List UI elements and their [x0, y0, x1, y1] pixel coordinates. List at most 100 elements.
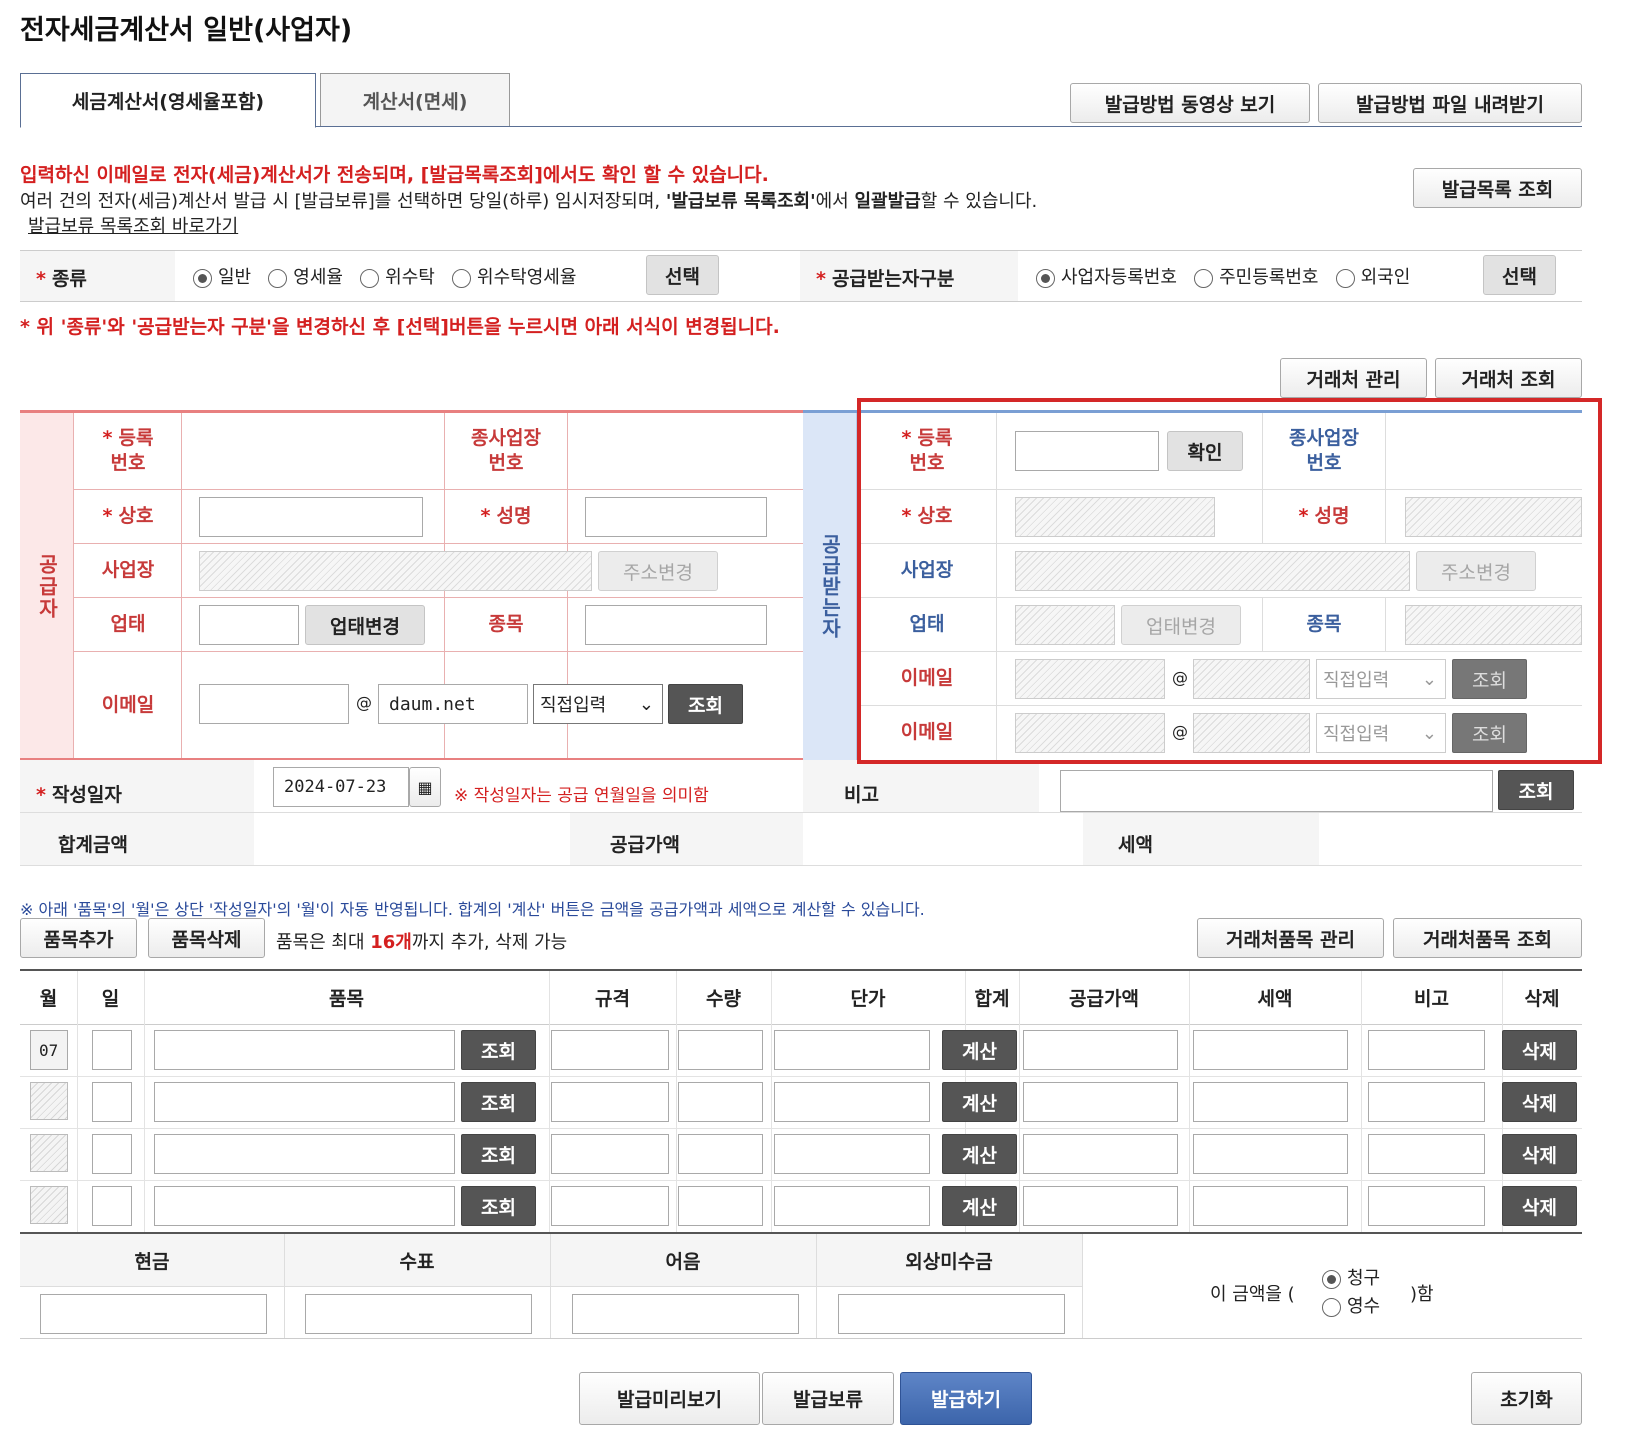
recipient-type-options[interactable]: 사업자등록번호 주민등록번호 외국인 [1036, 263, 1410, 289]
supplier-item-input[interactable] [585, 605, 767, 645]
item-day-input[interactable] [92, 1186, 132, 1226]
partner-item-search-button[interactable]: 거래처품목 조회 [1393, 918, 1582, 958]
pay-type-options[interactable]: 청구 영수 [1322, 1265, 1380, 1321]
item-name-input[interactable] [154, 1134, 455, 1174]
supplier-biztype-button[interactable]: 업태변경 [305, 605, 425, 645]
tab-tax-invoice[interactable]: 세금계산서(영세율포함) [20, 73, 316, 128]
receiver-email2-search[interactable]: 조회 [1452, 713, 1527, 753]
item-supply-input[interactable] [1023, 1082, 1178, 1122]
item-name-input[interactable] [154, 1030, 455, 1070]
recipient-select-button[interactable]: 선택 [1483, 255, 1556, 295]
item-name-input[interactable] [154, 1082, 455, 1122]
item-supply-input[interactable] [1023, 1186, 1178, 1226]
item-search-button[interactable]: 조회 [461, 1030, 536, 1070]
item-calc-button[interactable]: 계산 [942, 1134, 1017, 1174]
item-calc-button[interactable]: 계산 [942, 1186, 1017, 1226]
item-delete-button[interactable]: 품목삭제 [148, 918, 265, 958]
partner-search-button[interactable]: 거래처 조회 [1435, 358, 1582, 398]
item-price-input[interactable] [774, 1186, 930, 1226]
date-input[interactable]: 2024-07-23 [273, 767, 409, 807]
item-calc-button[interactable]: 계산 [942, 1082, 1017, 1122]
item-remark-input[interactable] [1368, 1186, 1485, 1226]
item-tax-input[interactable] [1193, 1134, 1348, 1174]
recipient-radio-foreigner[interactable] [1335, 268, 1355, 288]
item-qty-input[interactable] [678, 1082, 763, 1122]
supplier-biztype-input[interactable] [199, 605, 299, 645]
item-day-input[interactable] [92, 1134, 132, 1174]
video-guide-button[interactable]: 발급방법 동영상 보기 [1070, 83, 1310, 123]
issue-list-button[interactable]: 발급목록 조회 [1413, 168, 1582, 208]
item-price-input[interactable] [774, 1030, 930, 1070]
item-tax-input[interactable] [1193, 1186, 1348, 1226]
item-search-button[interactable]: 조회 [461, 1134, 536, 1174]
item-price-input[interactable] [774, 1082, 930, 1122]
item-delete-row-button[interactable]: 삭제 [1502, 1030, 1577, 1070]
pay-radio-receipt[interactable] [1322, 1297, 1341, 1317]
remark-input[interactable] [1060, 770, 1493, 812]
item-spec-input[interactable] [551, 1134, 669, 1174]
supplier-email-domain-input[interactable]: daum.net [378, 684, 528, 724]
supplier-rep-input[interactable] [585, 497, 767, 537]
supplier-email-id-input[interactable] [199, 684, 349, 724]
partner-manage-button[interactable]: 거래처 관리 [1280, 358, 1427, 398]
kind-options[interactable]: 일반 영세율 위수탁 위수탁영세율 [193, 263, 576, 289]
tab-invoice-exempt[interactable]: 계산서(면세) [320, 73, 510, 127]
item-remark-input[interactable] [1368, 1030, 1485, 1070]
item-qty-input[interactable] [678, 1186, 763, 1226]
supplier-email-search-button[interactable]: 조회 [668, 684, 743, 724]
supplier-address-button[interactable]: 주소변경 [598, 551, 718, 591]
item-delete-row-button[interactable]: 삭제 [1502, 1134, 1577, 1174]
item-calc-button[interactable]: 계산 [942, 1030, 1017, 1070]
item-name-input[interactable] [154, 1186, 455, 1226]
partner-item-manage-button[interactable]: 거래처품목 관리 [1197, 918, 1384, 958]
item-spec-input[interactable] [551, 1030, 669, 1070]
receiver-email2-select[interactable]: 직접입력 ⌄ [1316, 713, 1446, 753]
item-search-button[interactable]: 조회 [461, 1186, 536, 1226]
receiver-biztype-button[interactable]: 업태변경 [1121, 605, 1241, 645]
kind-radio-zero[interactable] [268, 268, 288, 288]
receiver-reg-input[interactable] [1015, 431, 1159, 471]
receiver-address-button[interactable]: 주소변경 [1416, 551, 1536, 591]
remark-search-button[interactable]: 조회 [1498, 770, 1574, 810]
item-qty-input[interactable] [678, 1134, 763, 1174]
pay-check-input[interactable] [305, 1294, 532, 1334]
hold-button[interactable]: 발급보류 [762, 1372, 894, 1425]
kind-select-button[interactable]: 선택 [646, 255, 719, 295]
item-delete-row-button[interactable]: 삭제 [1502, 1082, 1577, 1122]
item-qty-input[interactable] [678, 1030, 763, 1070]
item-supply-input[interactable] [1023, 1134, 1178, 1174]
supplier-name-input[interactable] [199, 497, 423, 537]
receiver-email1-select[interactable]: 직접입력 ⌄ [1316, 659, 1446, 699]
supplier-email-select[interactable]: 직접입력 ⌄ [533, 684, 663, 724]
item-remark-input[interactable] [1368, 1082, 1485, 1122]
issue-button[interactable]: 발급하기 [900, 1372, 1032, 1425]
preview-button[interactable]: 발급미리보기 [579, 1372, 760, 1425]
calendar-icon[interactable]: ▦ [409, 767, 441, 807]
item-tax-input[interactable] [1193, 1082, 1348, 1122]
download-guide-button[interactable]: 발급방법 파일 내려받기 [1318, 83, 1582, 123]
recipient-radio-resident[interactable] [1194, 268, 1214, 288]
item-supply-input[interactable] [1023, 1030, 1178, 1070]
item-price-input[interactable] [774, 1134, 930, 1174]
receiver-confirm-button[interactable]: 확인 [1167, 431, 1243, 471]
pay-cash-input[interactable] [40, 1294, 267, 1334]
item-spec-input[interactable] [551, 1082, 669, 1122]
reset-button[interactable]: 초기화 [1471, 1372, 1582, 1425]
item-tax-input[interactable] [1193, 1030, 1348, 1070]
receiver-email1-search[interactable]: 조회 [1452, 659, 1527, 699]
pay-radio-claim[interactable] [1322, 1269, 1341, 1289]
item-day-input[interactable] [92, 1082, 132, 1122]
kind-radio-consign[interactable] [360, 268, 380, 288]
kind-radio-consign-zero[interactable] [452, 268, 472, 288]
pay-bill-input[interactable] [572, 1294, 799, 1334]
item-day-input[interactable] [92, 1030, 132, 1070]
recipient-radio-business[interactable] [1036, 268, 1055, 288]
item-remark-input[interactable] [1368, 1134, 1485, 1174]
item-delete-row-button[interactable]: 삭제 [1502, 1186, 1577, 1226]
item-spec-input[interactable] [551, 1186, 669, 1226]
hold-list-link[interactable]: 발급보류 목록조회 바로가기 [28, 212, 238, 238]
pay-credit-input[interactable] [838, 1294, 1065, 1334]
item-search-button[interactable]: 조회 [461, 1082, 536, 1122]
item-add-button[interactable]: 품목추가 [20, 918, 137, 958]
kind-radio-general[interactable] [193, 268, 212, 288]
